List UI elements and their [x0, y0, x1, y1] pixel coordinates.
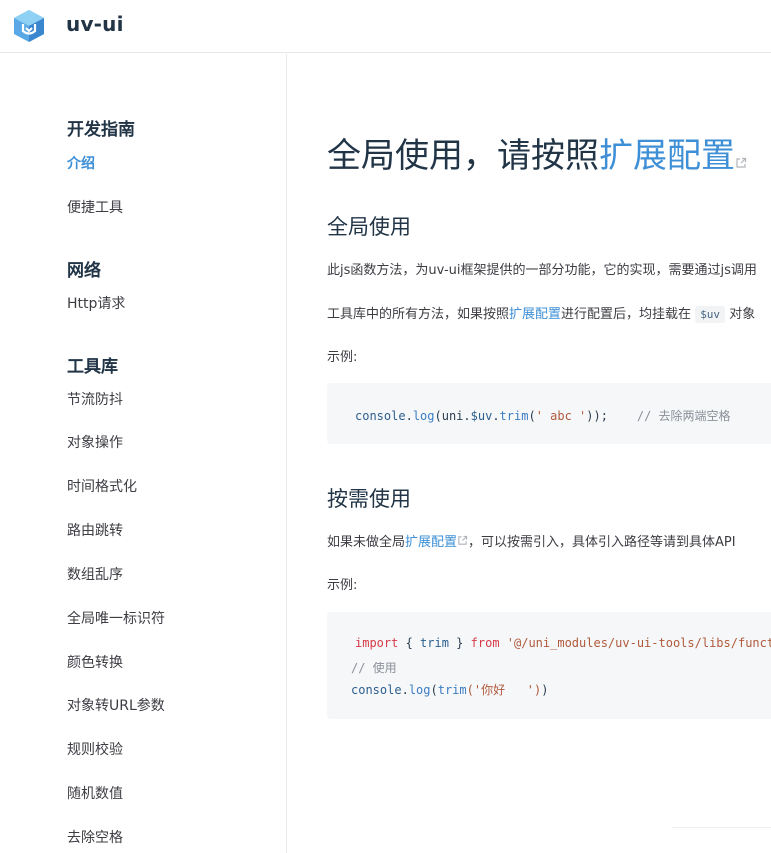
- inline-code-uv: $uv: [695, 306, 726, 323]
- para2-text: 工具库中的所有方法，如果按照: [327, 307, 510, 322]
- external-link-icon-2: [457, 535, 468, 550]
- page-title-text: 全局使用，请按照: [327, 136, 599, 176]
- code-block-import: import { trim } from '@/uni_modules/uv-u…: [327, 612, 771, 719]
- example-label-1: 示例:: [327, 350, 358, 365]
- code-line-1: console.log(uni.$uv.trim(' abc ')); // 去…: [355, 409, 731, 423]
- sidebar-item-http[interactable]: Http请求: [67, 293, 125, 313]
- example-label-2: 示例:: [327, 578, 358, 593]
- extension-config-link-2[interactable]: 扩展配置: [405, 535, 457, 550]
- para2-middle: 进行配置后，均挂载在: [561, 307, 692, 322]
- sidebar-item-object[interactable]: 对象操作: [67, 432, 123, 452]
- section2-paragraph: 如果未做全局扩展配置 ，可以按需引入，具体引入路径等请到具体API: [327, 531, 736, 550]
- section1-paragraph: 此js函数方法，为uv-ui框架提供的一部分功能，它的实现，需要通过js调用: [327, 263, 757, 278]
- sidebar-item-trim[interactable]: 去除空格: [67, 827, 123, 847]
- sidebar-group-dev-guide: 开发指南: [67, 120, 135, 140]
- extension-config-link[interactable]: 扩展配置: [509, 307, 561, 322]
- bottom-divider: [672, 827, 771, 828]
- sidebar-item-tools[interactable]: 便捷工具: [67, 197, 123, 217]
- site-brand[interactable]: uv-ui: [66, 12, 124, 36]
- code-line-call: console.log(trim('你好 ')): [351, 683, 549, 697]
- uv-ui-logo-icon[interactable]: [13, 9, 45, 43]
- main-content: 全局使用，请按照扩展配置 全局使用 此js函数方法，为uv-ui框架提供的一部分…: [287, 54, 771, 853]
- section2-suffix: ，可以按需引入，具体引入路径等请到具体API: [468, 535, 736, 550]
- sidebar-group-network: 网络: [67, 261, 101, 281]
- sidebar-item-route[interactable]: 路由跳转: [67, 520, 123, 540]
- code-line-comment: // 使用: [351, 661, 397, 675]
- sidebar-item-validate[interactable]: 规则校验: [67, 739, 123, 759]
- top-navbar: uv-ui: [0, 0, 771, 53]
- sidebar-item-random[interactable]: 随机数值: [67, 783, 123, 803]
- page-title: 全局使用，请按照扩展配置: [327, 128, 747, 178]
- sidebar-group-toolkit: 工具库: [67, 357, 118, 377]
- section2-text: 如果未做全局: [327, 535, 406, 550]
- section1-paragraph-2: 工具库中的所有方法，如果按照扩展配置进行配置后，均挂载在 $uv 对象: [327, 303, 756, 323]
- sidebar-item-url-params[interactable]: 对象转URL参数: [67, 695, 165, 715]
- sidebar-item-guid[interactable]: 全局唯一标识符: [67, 608, 165, 628]
- section-heading-on-demand: 按需使用: [327, 487, 411, 511]
- code-line-import: import { trim } from '@/uni_modules/uv-u…: [355, 636, 771, 650]
- page-title-link[interactable]: 扩展配置: [599, 136, 735, 176]
- sidebar-item-throttle[interactable]: 节流防抖: [67, 389, 123, 409]
- code-block-global: console.log(uni.$uv.trim(' abc ')); // 去…: [327, 383, 771, 444]
- section-heading-global: 全局使用: [327, 215, 411, 239]
- sidebar-item-shuffle[interactable]: 数组乱序: [67, 564, 123, 584]
- sidebar-item-intro[interactable]: 介绍: [67, 153, 95, 173]
- sidebar-item-color[interactable]: 颜色转换: [67, 652, 123, 672]
- para2-suffix: 对象: [729, 307, 756, 322]
- sidebar-item-time-format[interactable]: 时间格式化: [67, 476, 137, 496]
- external-link-icon: [735, 138, 747, 178]
- sidebar: 开发指南 介绍 便捷工具 网络 Http请求 工具库 节流防抖 对象操作 时间格…: [0, 54, 287, 853]
